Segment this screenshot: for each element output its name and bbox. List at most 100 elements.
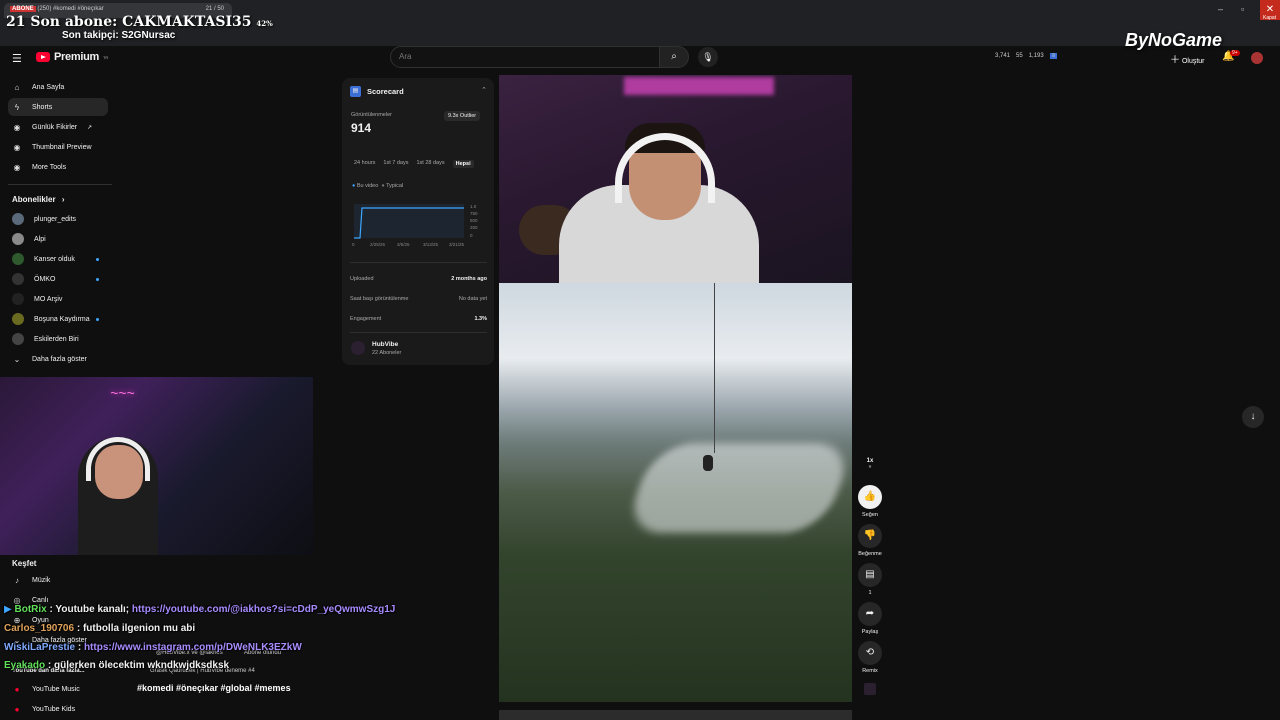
chart-legend: ● Bu video ● Typical	[352, 183, 404, 189]
comment-icon: ▤	[858, 563, 882, 587]
sidebar-item-sub[interactable]: Eskilerden Biri	[8, 330, 108, 348]
video-facecam	[499, 75, 852, 283]
tab-7d[interactable]: 1st 7 days	[383, 160, 408, 168]
channel-avatar[interactable]	[351, 341, 365, 355]
scorecard-panel: ▤ Scorecard ⌃ Görüntülenmeler 914 9.3x O…	[342, 78, 494, 365]
share-button[interactable]: ➦ Paylaş	[858, 602, 882, 635]
next-video-button[interactable]: ↓	[1242, 406, 1264, 428]
sidebar-item-more-tools[interactable]: ◉ More Tools	[8, 158, 108, 176]
sidebar-item-label: Eskilerden Biri	[34, 335, 79, 343]
x-tick: 3/13/25	[423, 242, 439, 247]
divider	[350, 262, 487, 263]
external-link-icon: ↗	[87, 124, 93, 131]
preview-icon: ◉	[13, 142, 21, 152]
stat-value: 2 months ago	[451, 276, 487, 282]
overlay-last-subscriber: 21 Son abone: CAKMAKTASI35 42%	[6, 14, 273, 30]
short-video-player[interactable]	[499, 75, 852, 702]
views-label: Görüntülenmeler	[351, 112, 392, 118]
maximize-button[interactable]: ▫	[1241, 4, 1244, 14]
avatar[interactable]	[1251, 52, 1263, 64]
collapse-icon[interactable]: ⌃	[481, 86, 487, 94]
subscriptions-heading[interactable]: Abonelikler ›	[12, 195, 64, 204]
logo-region: TR	[102, 54, 109, 60]
tab-24h[interactable]: 24 hours	[354, 160, 375, 168]
next-video-peek[interactable]	[499, 710, 852, 720]
chat-text: : futbolla ilgenion mu abi	[74, 623, 196, 634]
chat-message: Eyakado : gülerken ölecektim wkndkwjdksd…	[4, 660, 229, 671]
sound-thumbnail[interactable]	[864, 683, 876, 695]
video-clip-landscape	[499, 283, 852, 702]
chevron-down-icon: ⌄	[13, 354, 21, 364]
overlay-last-follower: Son takipçi: S2GNursac	[62, 30, 176, 41]
sidebar-item-yt-music[interactable]: ● YouTube Music	[8, 680, 108, 698]
tab-title: (250) #komedi #öneçıkar	[37, 6, 104, 12]
comments-button[interactable]: ▤ 1	[858, 563, 882, 596]
thumbs-up-icon: 👍	[858, 485, 882, 509]
search-icon: ⌕	[671, 51, 677, 62]
channel-name[interactable]: HubVibe	[372, 341, 398, 348]
youtube-play-icon	[36, 52, 50, 62]
sidebar-item-sub[interactable]: MO Arşiv	[8, 290, 108, 308]
sidebar-item-music[interactable]: ♪ Müzik	[8, 571, 108, 589]
tab-all[interactable]: Hepsi	[452, 160, 474, 168]
sidebar-item-label: Canlı	[32, 596, 49, 604]
sidebar-item-label: Shorts	[32, 103, 53, 111]
chat-link[interactable]: https://youtube.com/@iakhos?si=cDdP_yeQw…	[132, 604, 395, 615]
divider	[350, 332, 487, 333]
river	[622, 443, 852, 533]
search-input[interactable]: Ara	[390, 46, 660, 68]
youtube-logo[interactable]: Premium TR	[36, 51, 108, 63]
menu-icon[interactable]: ☰	[12, 52, 22, 65]
search-button[interactable]: ⌕	[659, 46, 689, 68]
channel-subscribers: 22 Aboneler	[372, 350, 402, 356]
thumbs-down-icon: 👎	[858, 524, 882, 548]
youtube-music-icon: ●	[14, 684, 20, 694]
remix-button[interactable]: ⟲ Remix	[858, 641, 882, 674]
sidebar-item-sub[interactable]: Boşuna Kaydırma	[8, 310, 108, 328]
home-icon: ⌂	[14, 82, 20, 92]
tab-badge: ABONE	[10, 6, 36, 12]
channel-stats: 3,741 55 1,193 ≡	[995, 53, 1058, 59]
video-hashtags[interactable]: #komedi #öneçıkar #global #memes	[137, 683, 291, 693]
create-label: Oluştur	[1181, 58, 1205, 65]
legend-this-video: Bu video	[356, 183, 379, 189]
channel-avatar	[12, 313, 24, 325]
like-button[interactable]: 👍 Seğen	[858, 485, 882, 518]
sidebar-item-ideas[interactable]: ◉ Günlük Fikirler ↗	[8, 118, 108, 136]
speed-control[interactable]: 1x »	[858, 458, 882, 470]
minimize-button[interactable]: –	[1218, 4, 1223, 14]
chat-link[interactable]: https://www.instagram.com/p/DWeNLK3EZkW	[84, 642, 302, 653]
ideas-icon: ◉	[13, 122, 21, 132]
dislike-button[interactable]: 👎 Beğenme	[858, 524, 882, 557]
outlier-badge: 9.3x Outlier	[444, 111, 481, 121]
channel-avatar	[12, 273, 24, 285]
sidebar-item-label: Ana Sayfa	[32, 83, 65, 91]
sidebar-item-shorts[interactable]: ϟ Shorts	[8, 98, 108, 116]
sidebar-item-home[interactable]: ⌂ Ana Sayfa	[8, 78, 108, 96]
extension-icon[interactable]: ≡	[1049, 53, 1058, 59]
sidebar-item-yt-kids[interactable]: ● YouTube Kids	[8, 700, 108, 718]
y-tick: 750	[470, 211, 478, 216]
sidebar-item-label: Kanser olduk	[34, 255, 75, 263]
sidebar-item-sub[interactable]: Alpi	[8, 230, 108, 248]
sidebar-item-label: Thumbnail Preview	[32, 143, 92, 151]
mic-icon: 🎙	[702, 52, 714, 62]
sidebar-show-more[interactable]: ⌄ Daha fazla göster	[8, 350, 108, 368]
sidebar-item-sub[interactable]: plunger_edits	[8, 210, 108, 228]
sidebar-item-sub[interactable]: Kanser olduk	[8, 250, 108, 268]
new-content-dot	[96, 278, 99, 281]
divider	[8, 184, 112, 185]
y-tick: 1.0	[470, 204, 477, 209]
sidebar-item-sub[interactable]: ÖMKO	[8, 270, 108, 288]
chat-text: : Youtube kanalı;	[46, 604, 132, 615]
voice-search-button[interactable]: 🎙	[698, 47, 718, 67]
chat-message: Carlos_190706 : futbolla ilgenion mu abi	[4, 623, 195, 634]
create-button[interactable]: ＋ Oluştur	[1170, 51, 1205, 66]
scorecard-tabs: 24 hours 1st 7 days 1st 28 days Hepsi	[354, 160, 474, 168]
stat-row-uploaded: Uploaded 2 months ago	[350, 276, 487, 282]
last-subscriber-text: 21 Son abone: CAKMAKTASI35	[6, 14, 252, 30]
plus-icon: ＋	[1170, 55, 1180, 66]
tab-28d[interactable]: 1st 28 days	[416, 160, 444, 168]
sidebar-item-thumbnail-preview[interactable]: ◉ Thumbnail Preview	[8, 138, 108, 156]
stat-key: Uploaded	[350, 276, 374, 282]
